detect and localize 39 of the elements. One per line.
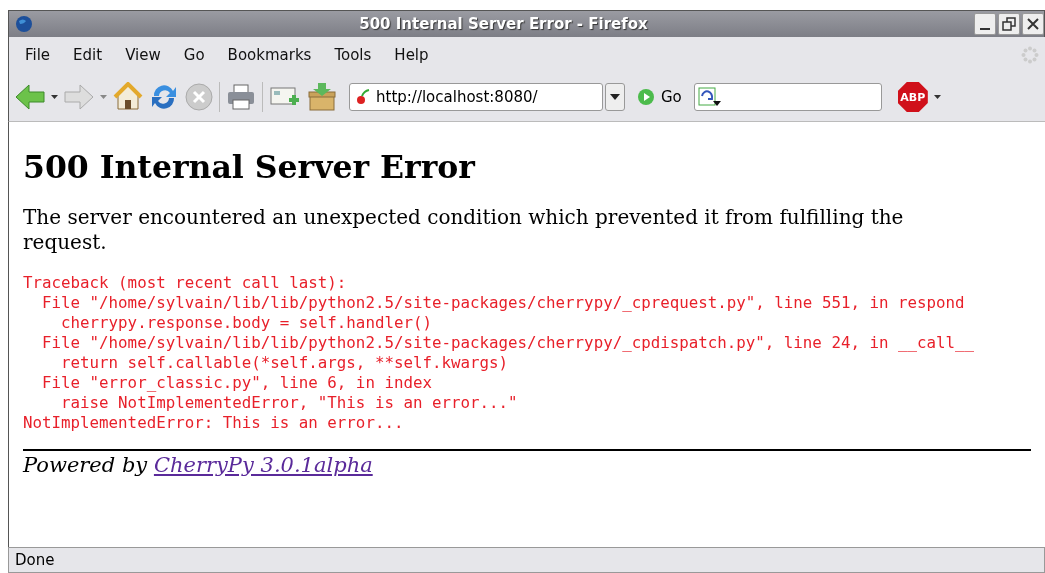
close-icon: [1025, 16, 1041, 32]
menu-item[interactable]: File: [15, 46, 64, 64]
menu-item[interactable]: Help: [384, 46, 442, 64]
url-field[interactable]: http://localhost:8080/: [349, 83, 603, 111]
menu-item[interactable]: Bookmarks: [217, 46, 325, 64]
home-icon[interactable]: [113, 82, 143, 112]
throbber-icon: [1021, 46, 1039, 64]
reload-icon[interactable]: [149, 82, 179, 112]
search-field[interactable]: [693, 83, 882, 111]
close-button[interactable]: [1022, 13, 1044, 35]
error-heading: 500 Internal Server Error: [23, 148, 477, 185]
printer-icon[interactable]: [226, 83, 256, 111]
dropdown-arrow-icon[interactable]: [51, 95, 58, 99]
adblock-button[interactable]: ABP: [897, 82, 928, 112]
powered-by-text: Powered by: [23, 453, 148, 477]
window-title: 500 Internal Server Error - Firefox: [358, 15, 649, 33]
menu-item[interactable]: Edit: [63, 46, 116, 64]
stop-icon[interactable]: [185, 83, 213, 111]
menu-item[interactable]: Tools: [324, 46, 385, 64]
cherry-icon: [356, 89, 370, 105]
menu-item[interactable]: Go: [173, 46, 218, 64]
url-dropdown-button[interactable]: [605, 83, 625, 111]
globe-icon: [15, 15, 33, 33]
cherrypy-link[interactable]: CherryPy 3.0.1alpha: [153, 453, 373, 477]
restore-icon: [1001, 16, 1017, 32]
caret-icon: [610, 94, 620, 100]
download-box-icon[interactable]: [307, 82, 337, 112]
menu-item[interactable]: View: [115, 46, 174, 64]
play-icon: [637, 88, 655, 106]
restore-button[interactable]: [998, 13, 1020, 35]
dropdown-arrow-icon[interactable]: [933, 95, 941, 99]
status-text: Done: [15, 551, 55, 569]
go-button[interactable]: Go: [631, 88, 688, 106]
back-arrow-icon[interactable]: [15, 84, 45, 110]
minimize-button[interactable]: [974, 13, 996, 35]
error-message: The server encountered an unexpected condition which prevented it from fulfilling the request.: [23, 205, 905, 255]
minimize-icon: [980, 28, 990, 30]
search-engine-icon[interactable]: [697, 87, 722, 107]
traceback-text: Traceback (most recent call last): File "/home/sylvain/lib/lib/python2.5/site-packages/cherrypy/_cprequest.py", line 551, in respond cherrypy.response.body = self.handler() File "/home/sylvain/lib/lib/python2.5/site-packages/cherrypy/_cpdispatch.py", line 24, in __call__ return self.callable(*self.args, **self.kwargs) File "error_classic.py", line 6, in index raise NotImplementedError, "This is an error..." NotImplementedError: This is an error...: [23, 273, 976, 433]
